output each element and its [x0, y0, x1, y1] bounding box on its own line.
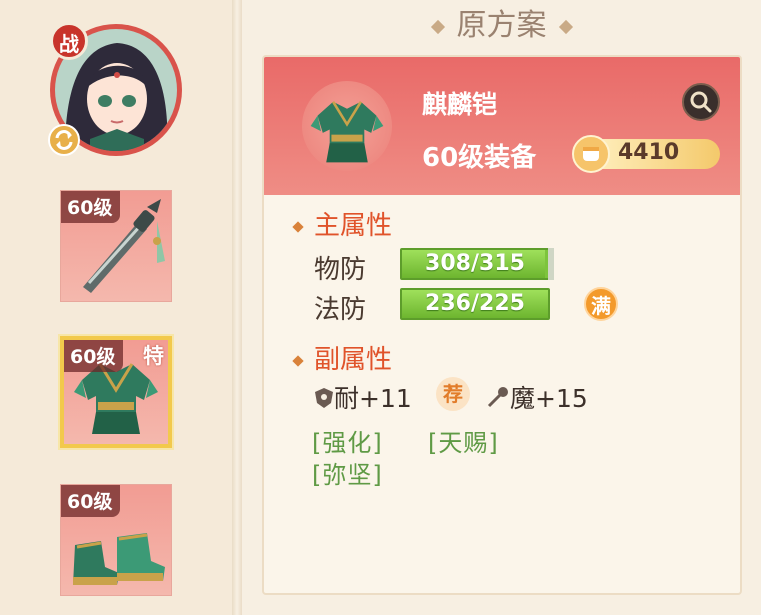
- stat-bar-cap: [548, 248, 554, 280]
- armor-icon: [310, 101, 384, 163]
- bullet-icon: [292, 220, 304, 233]
- equipment-level: 60级装备: [422, 143, 537, 173]
- stat-bar-physical-defense: 308/315: [400, 248, 554, 280]
- stat-value: 308/315: [425, 251, 525, 276]
- stat-value: 236/225: [425, 291, 525, 316]
- sub-stat-endurance: 耐+11: [314, 379, 412, 415]
- stat-label: 法防: [314, 295, 367, 325]
- main-attr-title-text: 主属性: [314, 211, 393, 241]
- bullet-icon: [292, 354, 304, 367]
- equipment-slot-armor[interactable]: 60级 特: [60, 336, 172, 448]
- max-badge: 满: [584, 287, 618, 321]
- equipment-slot-boots[interactable]: 60级: [60, 484, 172, 596]
- wand-icon: [486, 385, 510, 415]
- search-icon: [690, 91, 712, 113]
- main-attr-title: 主属性: [292, 205, 393, 242]
- sub-stat-text: 魔+15: [510, 384, 588, 413]
- stat-label: 物防: [314, 255, 367, 285]
- sub-attr-title-text: 副属性: [314, 345, 393, 375]
- equipment-name: 麒麟铠: [422, 90, 498, 119]
- plan-title: 原方案: [242, 4, 761, 48]
- inspect-button[interactable]: [682, 83, 720, 121]
- panel-divider: [232, 0, 242, 615]
- combat-power: 4410: [572, 135, 734, 173]
- slot-level-label: 60级: [61, 191, 121, 223]
- swap-hero-button[interactable]: [48, 124, 80, 156]
- equipment-portrait: [302, 81, 392, 171]
- stat-bar-magic-defense: 236/225: [400, 288, 550, 320]
- slot-level-label: 60级: [64, 340, 124, 372]
- title-ornament-right: [558, 19, 573, 35]
- shield-icon: [314, 386, 334, 415]
- plan-title-text: 原方案: [456, 8, 547, 43]
- sub-stat-text: 耐+11: [334, 384, 412, 413]
- fist-icon: [572, 135, 610, 173]
- tag-blessing: [天赐]: [428, 429, 499, 457]
- equipment-slot-weapon[interactable]: 60级: [60, 190, 172, 302]
- title-ornament-left: [430, 19, 445, 35]
- tag-resilience: [弥坚]: [312, 461, 383, 489]
- sub-attr-title: 副属性: [292, 339, 393, 376]
- power-value: 4410: [618, 140, 680, 165]
- equipment-detail-card: 麒麟铠 60级装备 4410 主属性 物防 308/315 法防 236/225…: [262, 55, 742, 595]
- slot-level-label: 60级: [61, 485, 121, 517]
- swap-icon: [55, 130, 73, 150]
- special-tag: 特: [143, 344, 164, 368]
- equipment-header: 麒麟铠 60级装备 4410: [264, 57, 740, 195]
- sub-stat-magic: 魔+15: [486, 379, 588, 415]
- tag-enhance: [强化]: [312, 429, 383, 457]
- battle-badge: 战: [50, 22, 88, 60]
- recommend-badge: 荐: [436, 377, 470, 411]
